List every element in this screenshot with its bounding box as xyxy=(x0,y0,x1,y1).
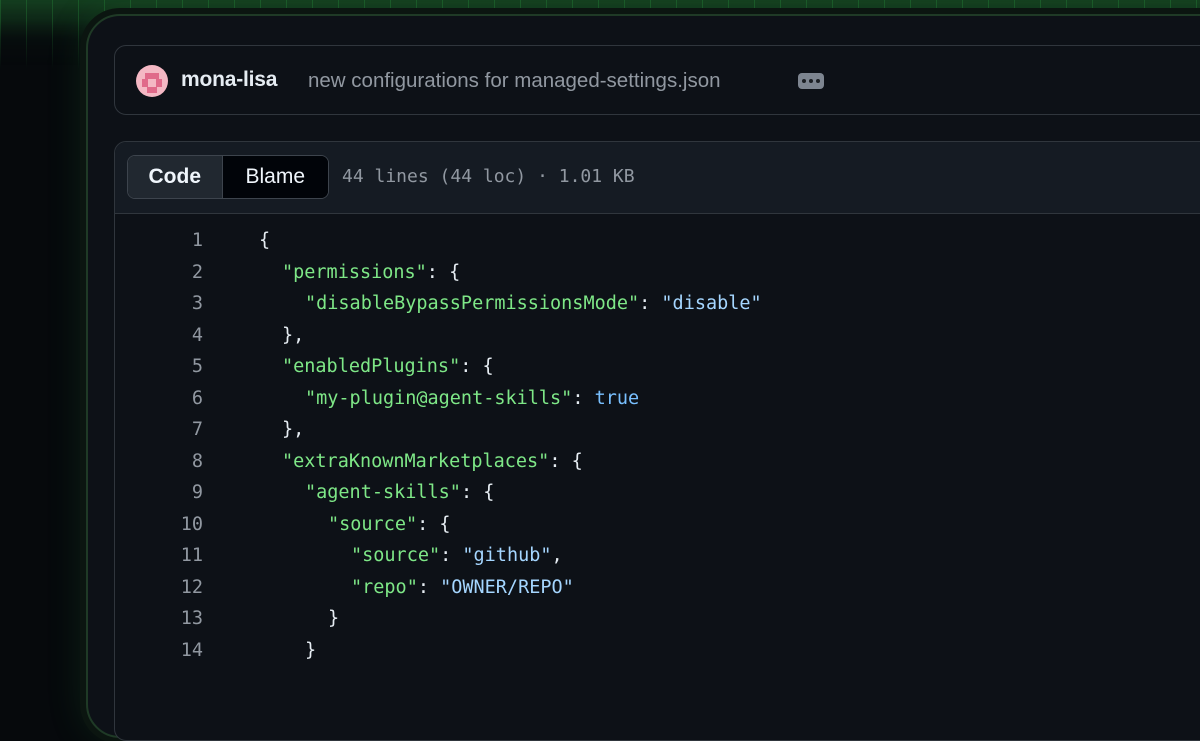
code-token: "permissions" xyxy=(282,261,427,283)
file-panel: Code Blame 44 lines (44 loc) · 1.01 KB 1… xyxy=(114,141,1200,741)
code-line: 11 "source": "github", xyxy=(115,540,1200,572)
code-line: 8 "extraKnownMarketplaces": { xyxy=(115,446,1200,478)
line-number[interactable]: 2 xyxy=(115,257,203,289)
code-token: "OWNER/REPO" xyxy=(440,576,574,598)
line-number[interactable]: 8 xyxy=(115,446,203,478)
commit-message[interactable]: new configurations for managed-settings.… xyxy=(308,69,721,93)
code-text: "extraKnownMarketplaces": { xyxy=(259,446,583,478)
code-text: { xyxy=(259,225,270,257)
code-token: }, xyxy=(282,419,305,440)
code-token: : { xyxy=(549,450,583,472)
line-number[interactable]: 13 xyxy=(115,603,203,635)
code-line: 4}, xyxy=(115,320,1200,352)
code-token: "extraKnownMarketplaces" xyxy=(282,450,550,472)
code-token: : { xyxy=(460,482,495,503)
code-token: : { xyxy=(460,356,494,377)
code-token: "github" xyxy=(462,545,552,566)
code-token: , xyxy=(551,545,563,566)
code-text: "my-plugin@agent-skills": true xyxy=(259,383,639,415)
code-text: "disableBypassPermissionsMode": "disable… xyxy=(259,288,762,320)
code-line: 10 "source": { xyxy=(115,509,1200,541)
code-line: 1{ xyxy=(115,225,1200,257)
code-token: : xyxy=(639,293,662,314)
code-text: } xyxy=(259,603,339,635)
code-text: "enabledPlugins": { xyxy=(259,351,494,383)
code-token: "source" xyxy=(328,513,418,535)
line-number[interactable]: 3 xyxy=(115,288,203,320)
code-token: "my-plugin@agent-skills" xyxy=(305,387,573,409)
code-line: 14} xyxy=(115,635,1200,667)
code-token: "disableBypassPermissionsMode" xyxy=(305,293,640,314)
line-number[interactable]: 11 xyxy=(115,540,203,572)
latest-commit-bar: mona-lisa new configurations for managed… xyxy=(114,45,1200,115)
code-token: }, xyxy=(282,324,305,346)
code-line: 12 "repo": "OWNER/REPO" xyxy=(115,572,1200,604)
code-token: "repo" xyxy=(351,576,418,598)
code-line: 3 "disableBypassPermissionsMode": "disabl… xyxy=(115,288,1200,320)
line-number[interactable]: 9 xyxy=(115,477,203,509)
code-line: 9 "agent-skills": { xyxy=(115,477,1200,509)
line-number[interactable]: 14 xyxy=(115,635,203,667)
avatar[interactable] xyxy=(136,65,168,97)
code-line: 13} xyxy=(115,603,1200,635)
commit-author[interactable]: mona-lisa xyxy=(181,68,277,92)
line-number[interactable]: 5 xyxy=(115,351,203,383)
code-text: "source": { xyxy=(259,509,451,541)
code-line: 2 "permissions": { xyxy=(115,257,1200,289)
code-token: "disable" xyxy=(661,293,762,314)
code-token: : xyxy=(572,387,595,409)
code-token: : { xyxy=(417,513,451,535)
tab-code[interactable]: Code xyxy=(128,156,223,198)
kebab-horizontal-icon[interactable] xyxy=(798,73,824,89)
code-token: : { xyxy=(426,261,461,283)
code-token: true xyxy=(594,387,640,409)
code-text: }, xyxy=(259,414,304,446)
code-token: : xyxy=(417,576,441,598)
code-token: } xyxy=(328,608,340,629)
line-number[interactable]: 12 xyxy=(115,572,203,604)
line-number[interactable]: 7 xyxy=(115,414,203,446)
code-token: { xyxy=(259,230,271,251)
code-token: } xyxy=(305,639,317,661)
code-text: "source": "github", xyxy=(259,540,563,572)
code-line: 6 "my-plugin@agent-skills": true xyxy=(115,383,1200,415)
line-number[interactable]: 6 xyxy=(115,383,203,415)
tab-blame[interactable]: Blame xyxy=(222,156,328,198)
code-text: "agent-skills": { xyxy=(259,477,494,509)
line-number[interactable]: 10 xyxy=(115,509,203,541)
code-line: 7}, xyxy=(115,414,1200,446)
code-token: : xyxy=(440,545,463,566)
code-token: "enabledPlugins" xyxy=(282,356,461,377)
file-meta: 44 lines (44 loc) · 1.01 KB xyxy=(342,166,635,187)
file-header: Code Blame 44 lines (44 loc) · 1.01 KB xyxy=(115,142,1200,214)
line-number[interactable]: 4 xyxy=(115,320,203,352)
code-text: } xyxy=(259,635,316,667)
line-number[interactable]: 1 xyxy=(115,225,203,257)
code-view[interactable]: 1{2 "permissions": {3 "disableBypassPermis… xyxy=(115,225,1200,666)
code-blame-toggle: Code Blame xyxy=(127,155,329,199)
code-token: "agent-skills" xyxy=(305,482,461,503)
code-text: }, xyxy=(259,320,304,352)
code-text: "repo": "OWNER/REPO" xyxy=(259,572,574,604)
code-line: 5 "enabledPlugins": { xyxy=(115,351,1200,383)
code-token: "source" xyxy=(351,545,441,566)
code-text: "permissions": { xyxy=(259,257,460,289)
